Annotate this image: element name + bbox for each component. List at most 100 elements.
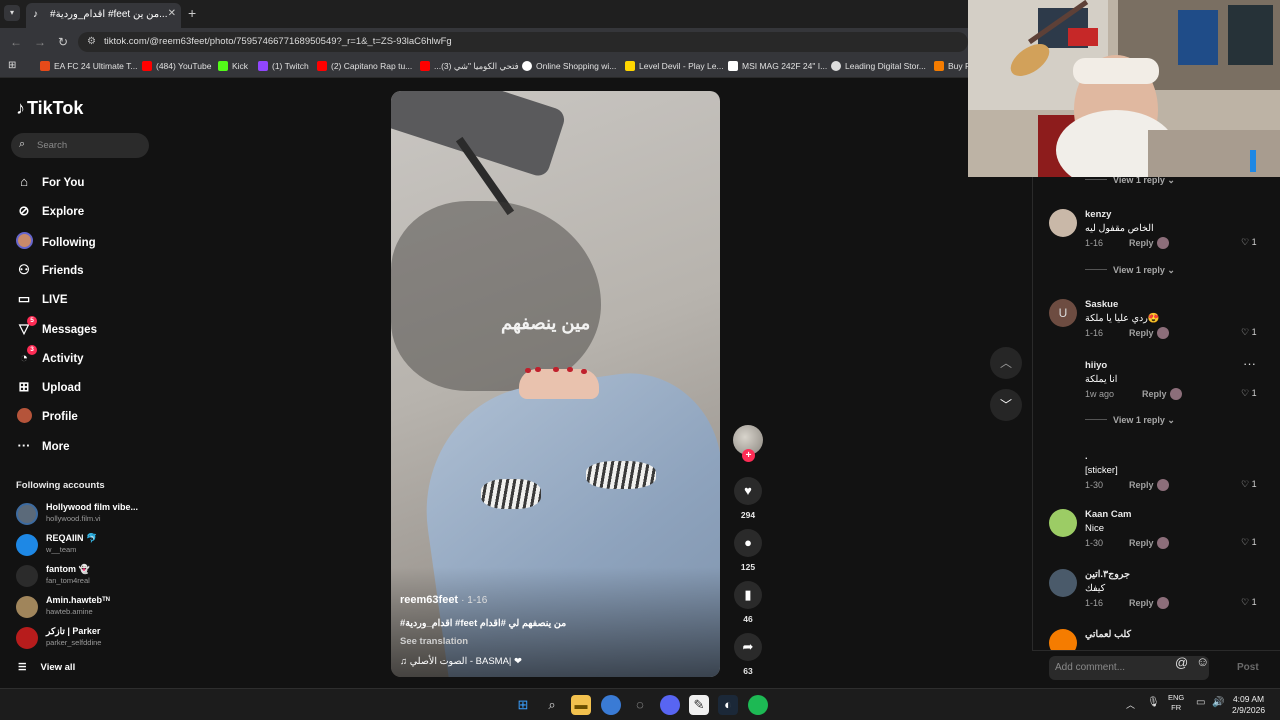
comment-author[interactable]: .: [1085, 451, 1088, 462]
bookmark[interactable]: Buy P: [934, 61, 971, 71]
nav-activity[interactable]: ◔ 3 Activity: [16, 345, 84, 370]
discord-icon[interactable]: [660, 695, 680, 715]
spotify-icon[interactable]: [748, 695, 768, 715]
view-replies-button[interactable]: View 1 reply ⌄: [1085, 415, 1175, 426]
avatar[interactable]: [1049, 509, 1077, 537]
nav-friends[interactable]: ⚇ Friends: [16, 262, 83, 282]
nav-live[interactable]: ▭ LIVE: [16, 291, 68, 311]
reply-button[interactable]: Reply: [1129, 328, 1154, 338]
bookmark[interactable]: (1) Twitch: [258, 61, 309, 71]
reply-button[interactable]: Reply: [1129, 538, 1154, 548]
avatar[interactable]: [1049, 360, 1077, 388]
nav-messages[interactable]: ▽ 5 Messages: [16, 316, 97, 341]
comment-author[interactable]: Saskue: [1085, 299, 1118, 310]
forward-icon[interactable]: →: [34, 35, 46, 49]
comment-like-button[interactable]: ♡ 1: [1241, 537, 1257, 548]
comment-like-button[interactable]: ♡ 1: [1241, 327, 1257, 338]
file-explorer-icon[interactable]: ▬: [571, 695, 591, 715]
comment-like-button[interactable]: ♡ 1: [1241, 388, 1257, 399]
avatar[interactable]: [1049, 451, 1077, 479]
bookmark[interactable]: ...(3) فتحي الكوميا "شي: [420, 61, 519, 72]
tray-overflow-icon[interactable]: ︿: [1126, 698, 1135, 711]
tab-search-icon[interactable]: ▾: [4, 5, 20, 21]
tiktok-logo[interactable]: ♪ TikTok: [16, 98, 83, 119]
mention-icon[interactable]: @: [1175, 655, 1188, 670]
language-indicator[interactable]: ENG FR: [1168, 693, 1184, 713]
comment-like-button[interactable]: ♡ 1: [1241, 479, 1257, 490]
account-handle: hawteb.amine: [46, 607, 93, 616]
steam-helper-icon[interactable]: ◌: [630, 695, 650, 715]
site-info-icon[interactable]: ⚙: [87, 36, 96, 47]
reload-icon[interactable]: ↻: [58, 35, 68, 49]
steam-icon[interactable]: ◐: [718, 695, 738, 715]
bookmark[interactable]: (2) Capitano Rap tu...: [317, 61, 412, 71]
live-icon: ▭: [17, 291, 31, 306]
bookmark[interactable]: Leading Digital Stor...: [831, 61, 926, 71]
video-author[interactable]: reem63feet · 1-16: [400, 594, 487, 606]
like-button[interactable]: ♥ 294: [730, 477, 766, 520]
browser-tab[interactable]: ♪ #اقدام_وردية #feet من ين... ✕: [26, 3, 181, 28]
volume-icon[interactable]: 🔊: [1212, 697, 1224, 708]
reply-button[interactable]: Reply: [1129, 598, 1154, 608]
apps-grid-icon[interactable]: ⊞: [8, 60, 16, 71]
nav-more[interactable]: ··· More: [16, 438, 70, 458]
comment-like-button[interactable]: ♡ 1: [1241, 597, 1257, 608]
follow-plus-icon[interactable]: +: [742, 449, 755, 462]
windows-start-icon[interactable]: ⊞: [513, 695, 533, 715]
nav-explore[interactable]: ⊘ Explore: [16, 203, 85, 223]
video-player[interactable]: مين ينصفهم reem63feet · 1-16 #اقدام_وردي…: [391, 91, 720, 677]
nav-upload[interactable]: ⊞ Upload: [16, 379, 81, 399]
bookmark[interactable]: Level Devil - Play Le...: [625, 61, 724, 71]
view-replies-button[interactable]: View 1 reply ⌄: [1085, 265, 1175, 276]
network-icon[interactable]: ▭: [1196, 697, 1205, 708]
search-icon[interactable]: ⌕: [542, 695, 562, 715]
avatar[interactable]: U: [1049, 299, 1077, 327]
emoji-icon[interactable]: ☺: [1196, 654, 1209, 669]
bookmark[interactable]: Kick: [218, 61, 248, 71]
avatar: [16, 565, 38, 587]
comment-like-button[interactable]: ♡ 1: [1241, 237, 1257, 248]
comment-author[interactable]: Kaan Cam: [1085, 509, 1131, 520]
comment-author[interactable]: hiiyo: [1085, 360, 1107, 371]
nav-following[interactable]: Following: [16, 232, 96, 252]
microphone-icon[interactable]: 🎙: [1147, 697, 1160, 708]
comment-author[interactable]: kenzy: [1085, 209, 1111, 220]
nav-profile[interactable]: Profile: [16, 408, 78, 428]
bookmark[interactable]: EA FC 24 Ultimate T...: [40, 61, 137, 71]
search-input[interactable]: ⌕ Search: [11, 133, 149, 158]
youtube-icon: [142, 61, 152, 71]
bookmark[interactable]: (484) YouTube: [142, 61, 211, 71]
see-translation-link[interactable]: See translation: [400, 636, 468, 647]
comment-text: Nice: [1085, 523, 1105, 534]
comment-button[interactable]: ● 125: [730, 529, 766, 572]
post-button[interactable]: Post: [1237, 662, 1259, 673]
save-button[interactable]: ▮ 46: [730, 581, 766, 624]
new-tab-icon[interactable]: +: [188, 5, 196, 21]
avatar[interactable]: [1049, 569, 1077, 597]
previous-video-button[interactable]: ︿: [990, 347, 1022, 379]
chrome-icon[interactable]: [601, 695, 621, 715]
creator-liked-avatar: [1170, 388, 1182, 400]
reply-button[interactable]: Reply: [1142, 389, 1167, 399]
view-all-button[interactable]: ☰ View all: [18, 662, 75, 673]
comment-author[interactable]: كلب لعماتي: [1085, 629, 1131, 640]
reply-button[interactable]: Reply: [1129, 238, 1154, 248]
paint-icon[interactable]: ✎: [689, 695, 709, 715]
tab-close-icon[interactable]: ✕: [168, 8, 176, 19]
next-video-button[interactable]: ﹀: [990, 389, 1022, 421]
video-sound[interactable]: ♫ الصوت الأصلي - BASMA| ❤: [400, 656, 522, 667]
avatar[interactable]: [1049, 209, 1077, 237]
comment: kenzy الخاص مقفول ليه 1-16 Reply ♡ 1: [1049, 209, 1279, 259]
system-clock[interactable]: 4:09 AM 2/9/2026: [1232, 694, 1265, 716]
comment-author[interactable]: جروج٣.اتين: [1085, 569, 1130, 580]
creator-liked-avatar: [1157, 327, 1169, 339]
bookmark[interactable]: MSI MAG 242F 24" I...: [728, 61, 827, 71]
bookmark[interactable]: Online Shopping wi...: [522, 61, 616, 71]
back-icon[interactable]: ←: [10, 35, 22, 49]
nav-for-you[interactable]: ⌂ For You: [16, 174, 84, 194]
reply-button[interactable]: Reply: [1129, 480, 1154, 490]
view-replies-button[interactable]: View 1 reply ⌄: [1085, 177, 1175, 186]
more-options-icon[interactable]: ···: [1243, 356, 1256, 371]
share-button[interactable]: ➦ 63: [730, 633, 766, 676]
url-field[interactable]: ⚙ tiktok.com/@reem63feet/photo/759574667…: [78, 32, 968, 52]
